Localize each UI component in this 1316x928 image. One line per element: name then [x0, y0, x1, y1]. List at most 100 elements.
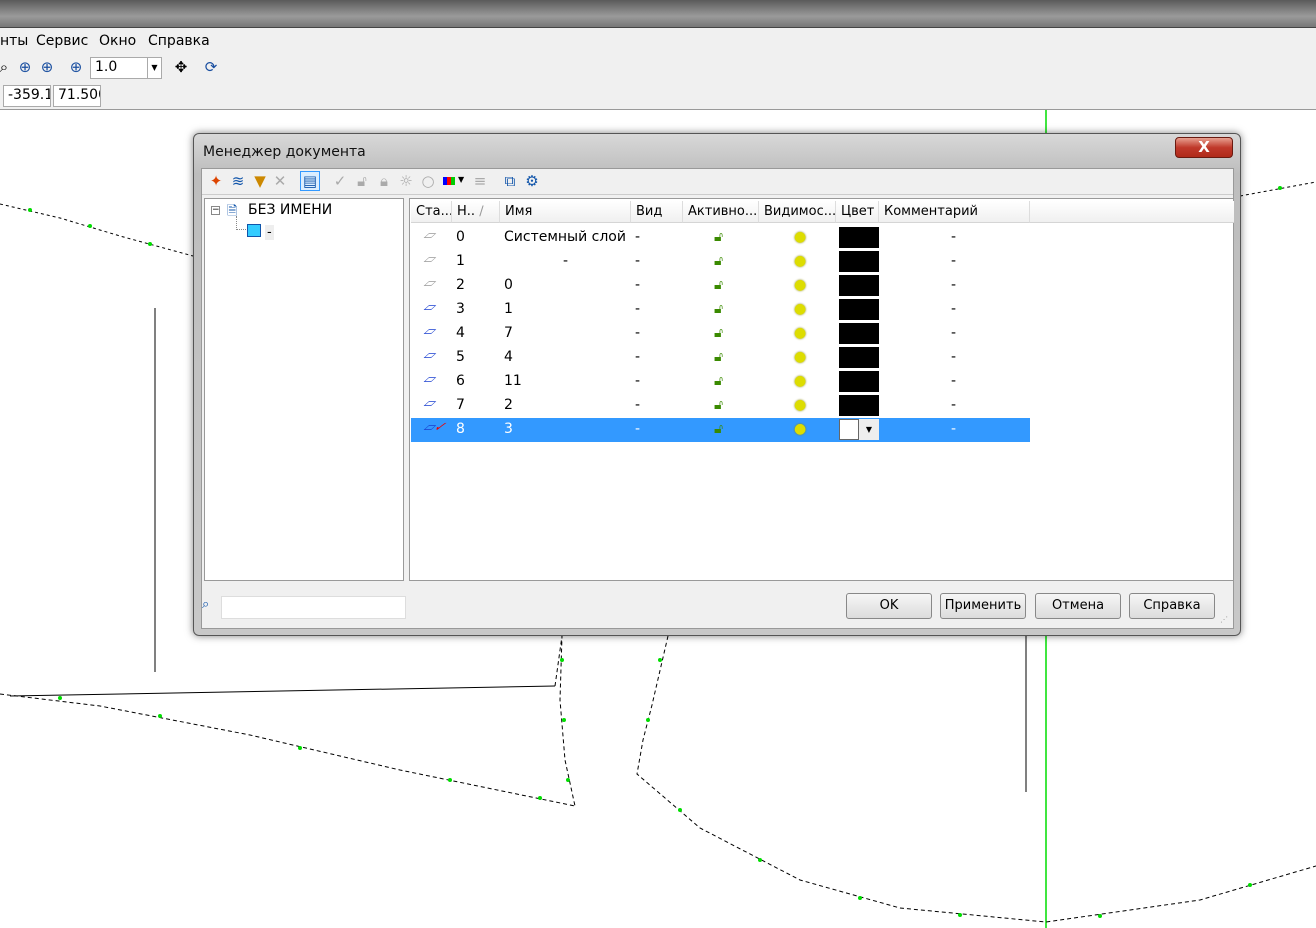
layer-color-swatch[interactable] [839, 323, 879, 344]
table-row[interactable]: ▱✓ 8 3 - 🔓︎ ● ▼ - [411, 418, 1030, 442]
layer-name[interactable]: 3 [504, 421, 513, 437]
layer-view: - [635, 325, 641, 341]
unlock-icon[interactable]: 🔓︎ [714, 301, 723, 317]
zoom-in-icon[interactable]: ⊕ [66, 58, 86, 78]
tree-root[interactable]: БЕЗ ИМЕНИ [248, 202, 332, 218]
tree-child[interactable]: - [265, 225, 274, 240]
layer-color-swatch[interactable] [839, 227, 879, 248]
table-row[interactable]: ▱ 0 Системный слой - 🔓︎ ● - [411, 226, 1030, 250]
unlock-icon[interactable]: 🔓︎ [714, 277, 723, 293]
lightbulb-icon[interactable]: ● [794, 253, 806, 269]
layer-name[interactable]: 1 [504, 301, 513, 317]
menu-help[interactable]: Справка [148, 33, 210, 49]
pan-icon[interactable]: ✥ [171, 58, 191, 78]
collapse-icon[interactable]: − [211, 206, 220, 215]
col-comment[interactable]: Комментарий [879, 201, 1030, 223]
color-icon[interactable] [443, 177, 455, 185]
ok-button[interactable]: OK [846, 593, 932, 619]
layer-color-swatch[interactable] [839, 275, 879, 296]
layer-color-swatch[interactable] [839, 347, 879, 368]
unlock-icon[interactable]: 🔓︎ [714, 349, 723, 365]
col-visible[interactable]: Видимос... [759, 201, 836, 223]
col-view[interactable]: Вид [631, 201, 683, 223]
coord-x-field[interactable]: -359.1 [3, 85, 51, 107]
coord-y-field[interactable]: 71.500 [53, 85, 101, 107]
refresh-icon[interactable]: ⟳ [201, 58, 221, 78]
hide-bulb-icon[interactable]: ○ [418, 172, 438, 192]
lightbulb-icon[interactable]: ● [794, 349, 806, 365]
delete-icon[interactable]: ✕ [270, 172, 290, 192]
layer-name[interactable]: - [563, 253, 568, 269]
layer-name[interactable]: 0 [504, 277, 513, 293]
chevron-down-icon[interactable]: ▼ [859, 419, 879, 440]
help-button[interactable]: Справка [1129, 593, 1215, 619]
col-name[interactable]: Имя [500, 201, 631, 223]
chevron-down-icon[interactable]: ▼ [458, 175, 464, 184]
cancel-button[interactable]: Отмена [1035, 593, 1121, 619]
table-row[interactable]: ▱ 3 1 - 🔓︎ ● - [411, 298, 1030, 322]
unlock-icon[interactable]: 🔓︎ [714, 397, 723, 413]
layer-color-swatch[interactable] [839, 371, 879, 392]
apply-button[interactable]: Применить [940, 593, 1026, 619]
filter-icon[interactable]: ▼ [250, 172, 270, 192]
layer-color-swatch[interactable] [839, 419, 859, 440]
col-number[interactable]: Н.. ∕ [452, 201, 500, 223]
make-current-icon[interactable]: ✓ [330, 172, 350, 192]
show-bulb-icon[interactable]: ☼ [396, 172, 416, 192]
lightbulb-icon[interactable]: ● [794, 421, 806, 437]
new-layers-icon[interactable]: ≋ [228, 172, 248, 192]
layer-state-icon: ▱ [420, 396, 440, 411]
lightbulb-icon[interactable]: ● [794, 301, 806, 317]
col-color[interactable]: Цвет [836, 201, 879, 223]
layers-merge-icon[interactable]: ≡ [470, 172, 490, 192]
col-active[interactable]: Активно... [683, 201, 759, 223]
layer-name[interactable]: 2 [504, 397, 513, 413]
new-layer-icon[interactable]: ✦ [206, 172, 226, 192]
details-view-icon[interactable]: ▤ [300, 171, 320, 191]
layer-view: - [635, 349, 641, 365]
layer-name[interactable]: 4 [504, 349, 513, 365]
coordinates-bar: -359.1 71.500 [0, 83, 1316, 110]
menu-window[interactable]: Окно [99, 33, 136, 49]
layer-color-swatch[interactable] [839, 251, 879, 272]
zoom-combo[interactable]: 1.0 ▼ [90, 57, 162, 79]
col-state[interactable]: Ста... [411, 201, 452, 223]
layer-view: - [635, 397, 641, 413]
unlock-icon[interactable]: 🔓︎ [714, 421, 723, 437]
zoom-window-icon[interactable]: ⊕ [15, 58, 35, 78]
unlock-icon[interactable]: 🔓︎ [714, 373, 723, 389]
resize-grip-icon[interactable]: ⋰ [1220, 615, 1228, 624]
layer-color-swatch[interactable] [839, 299, 879, 320]
table-row[interactable]: ▱ 2 0 - 🔓︎ ● - [411, 274, 1030, 298]
layer-settings-icon[interactable]: ⚙ [522, 172, 542, 192]
close-button[interactable]: X [1175, 137, 1233, 158]
tree-connector [236, 216, 246, 230]
search-input[interactable] [221, 596, 406, 619]
table-row[interactable]: ▱ 5 4 - 🔓︎ ● - [411, 346, 1030, 370]
table-row[interactable]: ▱ 1 - - 🔓︎ ● - [411, 250, 1030, 274]
table-row[interactable]: ▱ 4 7 - 🔓︎ ● - [411, 322, 1030, 346]
zoom-dynamic-icon[interactable]: ⊕ [37, 58, 57, 78]
lock-icon[interactable]: 🔒︎ [374, 172, 394, 192]
layer-color-swatch[interactable] [839, 395, 879, 416]
zoom-tool-icon[interactable]: ⌕ [0, 58, 14, 78]
table-row[interactable]: ▱ 7 2 - 🔓︎ ● - [411, 394, 1030, 418]
unlock-icon[interactable]: 🔓︎ [714, 229, 723, 245]
menu-service[interactable]: Сервис [36, 33, 88, 49]
unlock-icon[interactable]: 🔓︎ [714, 325, 723, 341]
lightbulb-icon[interactable]: ● [794, 373, 806, 389]
unlock-icon[interactable]: 🔓︎ [352, 172, 372, 192]
menu-tools[interactable]: нты [0, 33, 28, 49]
layer-name[interactable]: Системный слой [504, 229, 626, 245]
lightbulb-icon[interactable]: ● [794, 325, 806, 341]
lightbulb-icon[interactable]: ● [794, 397, 806, 413]
layer-name[interactable]: 7 [504, 325, 513, 341]
chevron-down-icon[interactable]: ▼ [147, 58, 161, 78]
layer-name[interactable]: 11 [504, 373, 522, 389]
lightbulb-icon[interactable]: ● [794, 277, 806, 293]
table-row[interactable]: ▱ 6 11 - 🔓︎ ● - [411, 370, 1030, 394]
layer-comment: - [951, 229, 957, 245]
unlock-icon[interactable]: 🔓︎ [714, 253, 723, 269]
properties-icon[interactable]: ⧉ [500, 172, 520, 192]
lightbulb-icon[interactable]: ● [794, 229, 806, 245]
